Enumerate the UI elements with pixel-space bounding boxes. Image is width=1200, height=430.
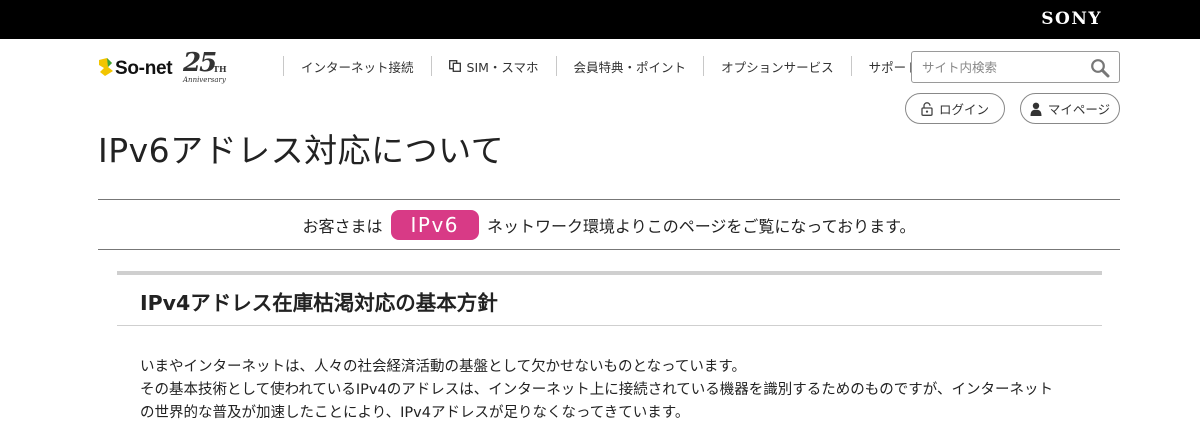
nav-item-option-services[interactable]: オプションサービス [703,56,851,76]
logo-wordmark: So-net [115,58,173,79]
nav-item-label: 会員特典・ポイント [573,59,687,75]
login-label: ログイン [938,102,989,117]
so-net-logo[interactable]: So-net 25 TH Anniversary [97,48,237,87]
logo-anniversary-number: 25 [183,48,217,78]
section-top-rule [117,271,1102,275]
nav-item-internet[interactable]: インターネット接続 [283,56,431,76]
section-body: いまやインターネットは、人々の社会経済活動の基盤として欠かせないものとなっていま… [140,356,1100,425]
sony-logo[interactable]: SONY [1041,9,1102,29]
nav-item-sim-smartphone[interactable]: SIM・スマホ [430,56,556,76]
paragraph-line: その基本技術として使われているIPv4のアドレスは、インターネット上に接続されて… [140,382,1054,398]
paragraph-line: の世界的な普及が加速したことにより、IPv4アドレスが足りなくなってきています。 [140,405,690,421]
notice-prefix: お客さまは [302,216,383,236]
paragraph-line: いまやインターネットは、人々の社会経済活動の基盤として欠かせないものとなっていま… [140,359,746,375]
nav-item-label: オプションサービス [721,59,834,75]
lock-open-icon [921,101,933,116]
mypage-label: マイページ [1047,102,1111,117]
search-icon[interactable] [1090,58,1110,78]
nav-item-benefits-points[interactable]: 会員特典・ポイント [555,56,704,76]
person-icon [1030,102,1042,116]
page-title: IPv6アドレス対応について [98,131,505,170]
global-nav: インターネット接続 SIM・スマホ 会員特典・ポイント オプションサービス サポ… [283,55,936,77]
search-input[interactable] [912,52,1082,82]
ipv6-notice: お客さまは IPv6 ネットワーク環境よりこのページをご覧になっております。 [98,199,1120,250]
phone-copy-icon [448,60,461,72]
ipv6-badge: IPv6 [390,209,480,240]
site-search [911,51,1120,83]
section-heading: IPv4アドレス在庫枯渇対応の基本方針 [140,291,498,315]
logo-anniversary-suffix: TH [213,64,227,74]
mypage-button[interactable]: マイページ [1020,93,1120,124]
login-button[interactable]: ログイン [905,93,1005,124]
notice-suffix: ネットワーク環境よりこのページをご覧になっております。 [487,216,916,236]
nav-item-label: インターネット接続 [301,59,414,75]
nav-item-label: SIM・スマホ [466,59,539,75]
so-net-mark-icon [99,58,113,76]
section-divider [117,325,1102,326]
sony-top-bar: SONY [0,0,1200,39]
logo-anniversary-label: Anniversary [183,76,226,84]
